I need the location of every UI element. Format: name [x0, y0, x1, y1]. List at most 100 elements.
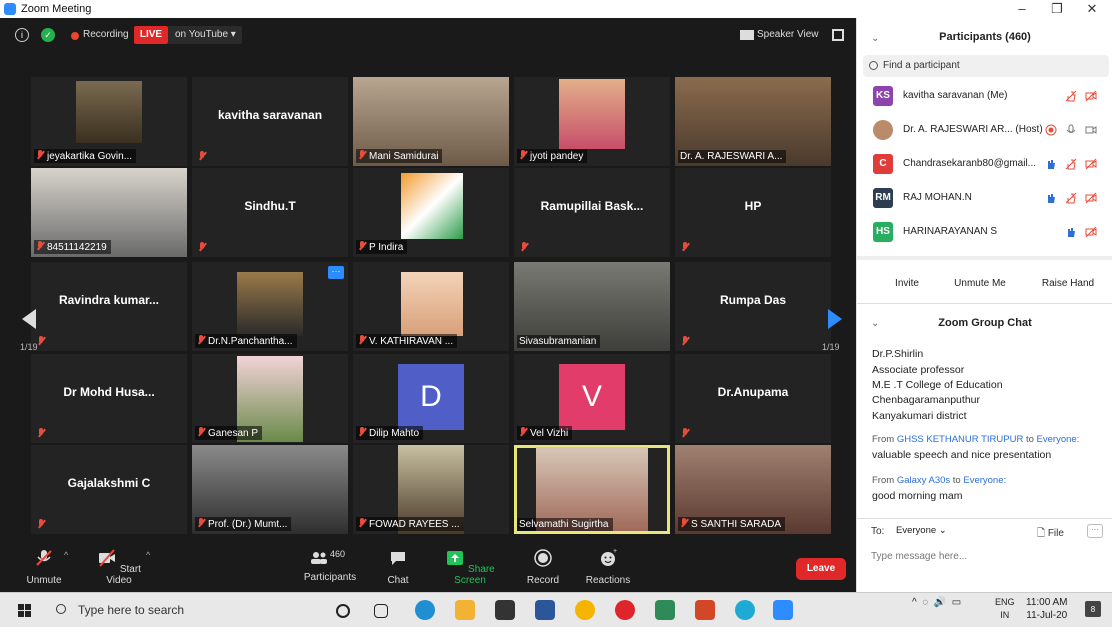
windows-taskbar: Type here to search ^ ◌ 🔊 ▭ ENG IN 11:00… — [0, 592, 1112, 627]
video-tile[interactable]: P Indira — [353, 168, 509, 257]
participant-row[interactable]: HS HARINARAYANAN S — [857, 216, 1112, 250]
video-tile[interactable]: Ravindra kumar... — [31, 262, 187, 351]
chat-recipient[interactable]: Everyone: — [1037, 434, 1080, 445]
video-off-icon — [1085, 158, 1097, 170]
chat-recipient[interactable]: Everyone: — [963, 475, 1006, 486]
task-view-icon[interactable] — [374, 604, 388, 618]
word-icon[interactable] — [535, 600, 555, 620]
participant-row[interactable]: Dr. A. RAJESWARI AR... (Host) — [857, 114, 1112, 148]
unmute-me-button[interactable]: Unmute Me — [947, 274, 1013, 294]
zoom-taskbar-icon[interactable] — [773, 600, 793, 620]
clock-time: 11:00 AM — [1026, 597, 1068, 608]
fullscreen-icon[interactable] — [832, 29, 844, 41]
system-tray-icons[interactable]: ^ ◌ 🔊 ▭ — [912, 597, 961, 608]
raise-hand-button[interactable]: Raise Hand — [1033, 274, 1103, 294]
browser-icon[interactable] — [735, 600, 755, 620]
video-tile[interactable]: S SANTHI SARADA — [675, 445, 831, 534]
participant-row[interactable]: RM RAJ MOHAN.N — [857, 182, 1112, 216]
participant-name-display: Rumpa Das — [719, 292, 787, 307]
minimize-icon[interactable]: – — [1005, 0, 1039, 18]
cortana-icon[interactable] — [336, 604, 350, 618]
meeting-area: i ✓ Recording LIVE on YouTube ▾ Speaker … — [0, 18, 856, 592]
leave-button[interactable]: Leave — [796, 558, 846, 580]
taskbar-clock[interactable]: 11:00 AM 11-Jul-20 — [1026, 596, 1068, 622]
video-off-icon — [99, 549, 116, 567]
security-shield-icon[interactable]: ✓ — [41, 28, 55, 42]
video-tile[interactable]: jeyakartika Govin... — [31, 77, 187, 166]
share-screen-button[interactable]: Share Screen — [440, 548, 500, 586]
muted-mic-icon — [36, 150, 44, 160]
video-tile[interactable]: Sivasubramanian — [514, 262, 670, 351]
hand-icon — [1068, 228, 1075, 237]
search-icon — [869, 61, 878, 70]
record-button[interactable]: Record — [524, 548, 562, 586]
powerpoint-icon[interactable] — [695, 600, 715, 620]
video-tile[interactable]: Rumpa Das — [675, 262, 831, 351]
video-tile[interactable]: Gajalakshmi C — [31, 445, 187, 534]
live-on-youtube-dropdown[interactable]: on YouTube ▾ — [168, 26, 242, 44]
chat-more-options-icon[interactable]: ··· — [1087, 524, 1103, 538]
video-tile[interactable]: Prof. (Dr.) Mumt... — [192, 445, 348, 534]
video-tile[interactable]: Dr. A. RAJESWARI A... — [675, 77, 831, 166]
invite-button[interactable]: Invite — [887, 274, 927, 294]
participant-avatar: RM — [873, 188, 893, 208]
video-tile[interactable]: Ganesan P — [192, 354, 348, 443]
lang-top: ENG — [995, 597, 1015, 607]
video-tile[interactable]: Dr.N.Panchantha... ··· — [192, 262, 348, 351]
speaker-view-button[interactable]: Speaker View — [737, 25, 819, 45]
video-tile[interactable]: Ramupillai Bask... — [514, 168, 670, 257]
participant-name-label: Mani Samidurai — [356, 149, 443, 163]
start-video-button[interactable]: Start Video — [90, 548, 148, 586]
reactions-button[interactable]: + Reactions — [584, 548, 632, 586]
previous-page-arrow-icon[interactable] — [20, 307, 40, 331]
opera-icon[interactable] — [615, 600, 635, 620]
taskbar-search-box[interactable]: Type here to search — [50, 597, 320, 624]
chat-message-input[interactable]: Type message here... — [871, 551, 967, 562]
participant-row[interactable]: C Chandrasekaranb80@gmail... — [857, 148, 1112, 182]
muted-mic-icon — [358, 518, 366, 528]
video-tile[interactable]: Selvamathi Sugirtha — [514, 445, 670, 534]
input-language-indicator[interactable]: ENG IN — [995, 596, 1015, 622]
windows-start-icon[interactable] — [18, 604, 31, 617]
participant-avatar: HS — [873, 222, 893, 242]
close-icon[interactable]: ✕ — [1075, 0, 1109, 18]
notification-center-icon[interactable]: 8 — [1085, 601, 1101, 617]
chat-button[interactable]: Chat — [382, 548, 414, 586]
file-button[interactable]: 🗋 File — [1037, 526, 1064, 543]
video-tile[interactable]: D Dilip Mahto — [353, 354, 509, 443]
tile-more-options-icon[interactable]: ··· — [328, 266, 344, 279]
maximize-icon[interactable]: ❐ — [1040, 0, 1074, 18]
chat-sender[interactable]: GHSS KETHANUR TIRUPUR — [897, 434, 1024, 445]
video-tile[interactable]: HP — [675, 168, 831, 257]
edge-icon[interactable] — [415, 600, 435, 620]
participant-name-label: Selvamathi Sugirtha — [517, 518, 613, 531]
chat-recipient-dropdown[interactable]: Everyone ⌄ — [891, 523, 952, 538]
participants-button[interactable]: 460 Participants — [302, 548, 358, 583]
video-tile[interactable]: Mani Samidurai — [353, 77, 509, 166]
excel-icon[interactable] — [655, 600, 675, 620]
video-tile[interactable]: Dr.Anupama — [675, 354, 831, 443]
video-tile[interactable]: kavitha saravanan — [192, 77, 348, 166]
audio-options-chevron-icon[interactable]: ^ — [64, 550, 68, 560]
chat-sender[interactable]: Galaxy A30s — [897, 475, 950, 486]
window-title-bar: Zoom Meeting – ❐ ✕ — [0, 0, 1112, 18]
chat-message-meta: From Galaxy A30s to Everyone: — [872, 475, 1006, 486]
participant-row[interactable]: KS kavitha saravanan (Me) — [857, 80, 1112, 114]
video-tile[interactable]: V Vel Vizhi — [514, 354, 670, 443]
video-tile[interactable]: V. KATHIRAVAN ... — [353, 262, 509, 351]
next-page-arrow-icon[interactable] — [824, 307, 844, 331]
store-icon[interactable] — [495, 600, 515, 620]
video-tile[interactable]: 84511142219 — [31, 168, 187, 257]
participant-search-input[interactable]: Find a participant — [863, 55, 1109, 77]
video-tile[interactable]: FOWAD RAYEES ... — [353, 445, 509, 534]
video-options-chevron-icon[interactable]: ^ — [146, 550, 150, 560]
video-tile[interactable]: jyoti pandey — [514, 77, 670, 166]
video-tile[interactable]: Dr Mohd Husa... — [31, 354, 187, 443]
page-indicator-right: 1/19 — [822, 342, 840, 352]
participant-avatar: V — [559, 364, 625, 430]
unmute-button[interactable]: Unmute — [22, 548, 66, 586]
video-tile[interactable]: Sindhu.T — [192, 168, 348, 257]
file-explorer-icon[interactable] — [455, 600, 475, 620]
chrome-icon[interactable] — [575, 600, 595, 620]
info-icon[interactable]: i — [15, 28, 29, 42]
